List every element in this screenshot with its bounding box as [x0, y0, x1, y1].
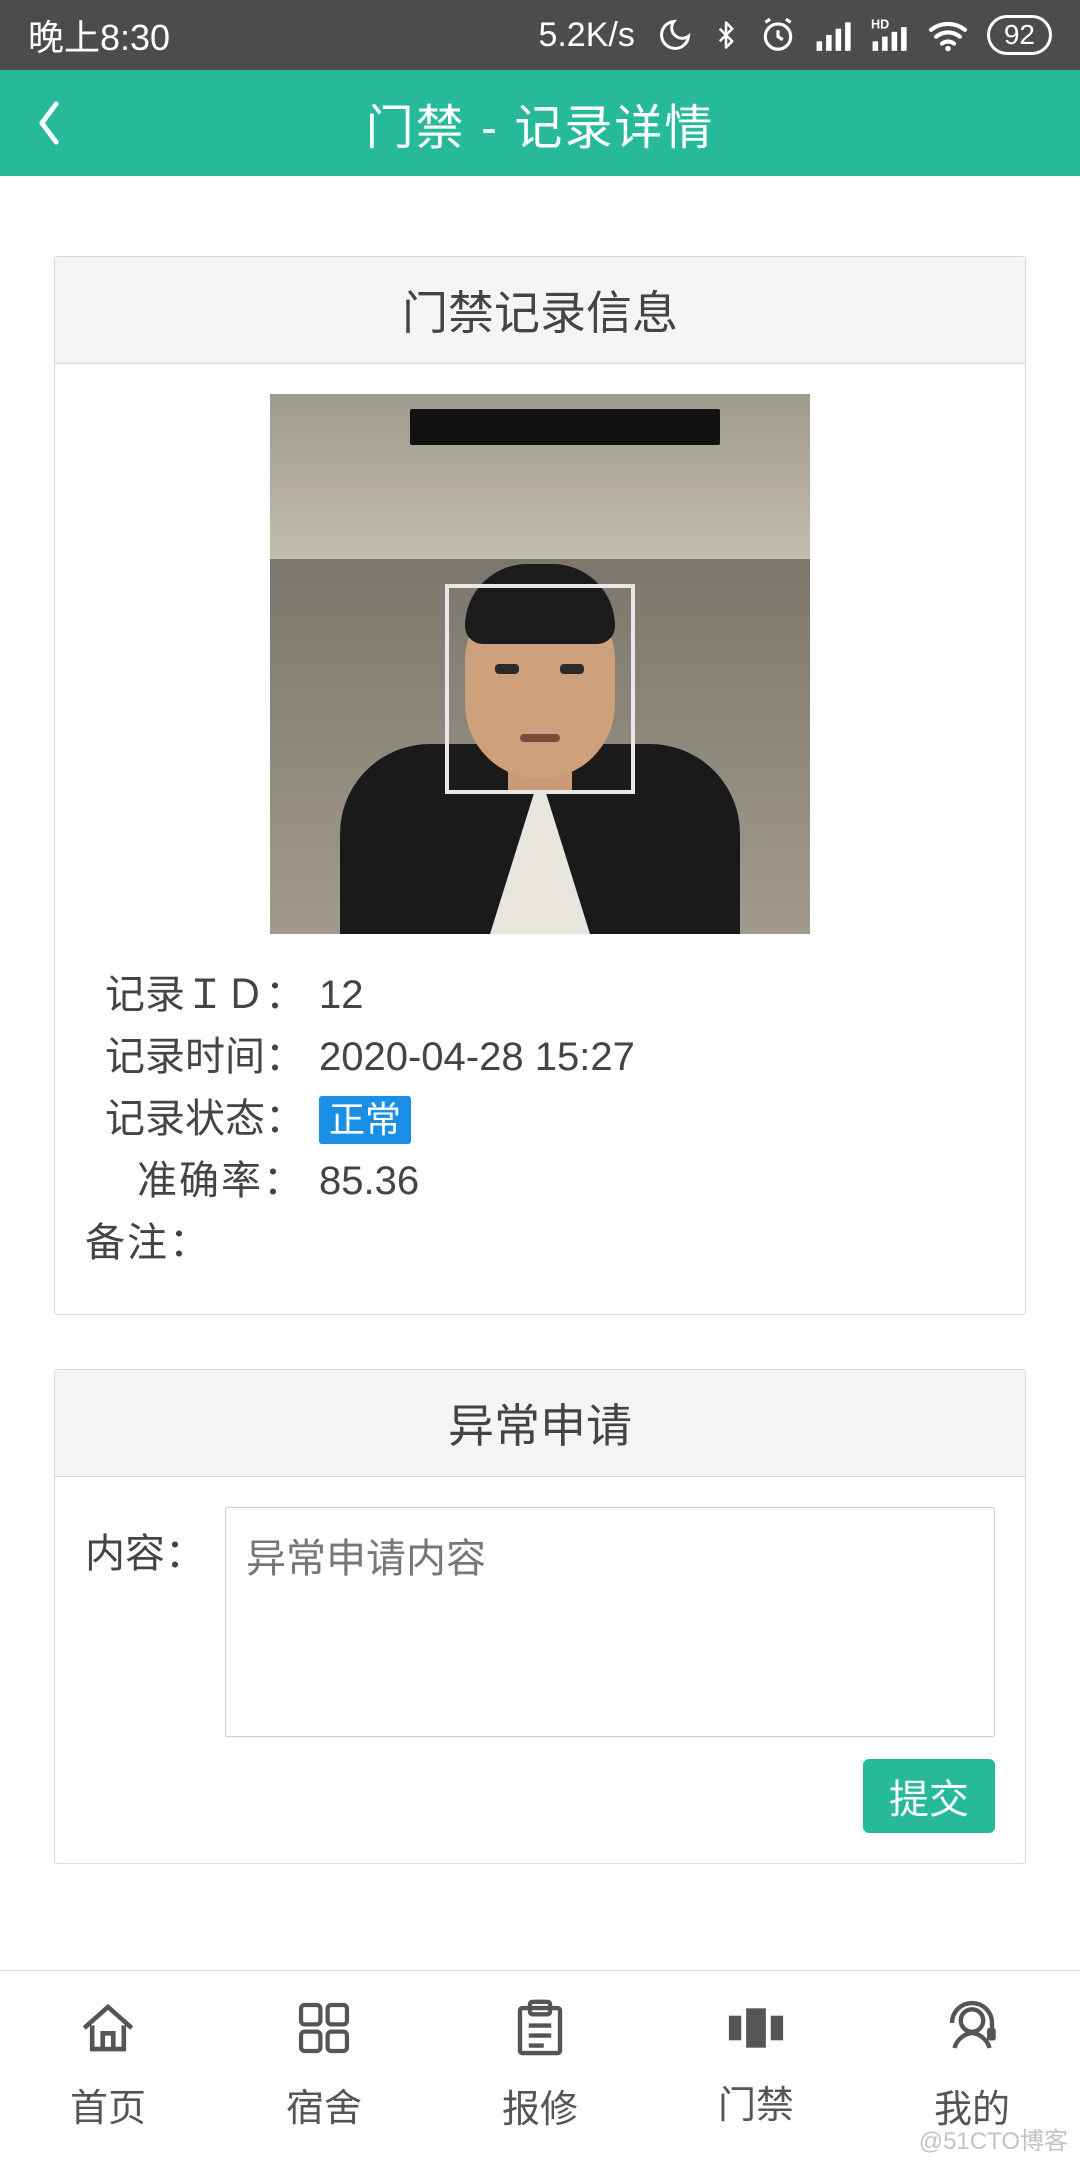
- back-button[interactable]: [34, 70, 64, 176]
- status-badge: 正常: [319, 1096, 411, 1144]
- record-note-label: 备注：: [85, 1212, 211, 1274]
- signal-hd-icon: HD: [871, 16, 909, 54]
- anomaly-request-panel: 异常申请 内容： 提交: [54, 1369, 1026, 1864]
- record-id-row: 记录ＩＤ： 12: [85, 964, 995, 1026]
- alarm-icon: [759, 16, 797, 54]
- net-speed: 5.2K/s: [538, 16, 634, 55]
- wifi-icon: [927, 18, 969, 52]
- record-time-value: 2020-04-28 15:27: [305, 1026, 635, 1088]
- record-info-panel: 门禁记录信息 记录ＩＤ： 12 记录时间： 2020-04-28 15:27: [54, 256, 1026, 1315]
- battery-indicator: 92: [987, 15, 1052, 55]
- record-accuracy-row: 准确率： 85.36: [85, 1150, 995, 1212]
- record-status-label: 记录状态：: [85, 1088, 305, 1150]
- svg-text:HD: HD: [871, 18, 889, 32]
- nav-dorm-label: 宿舍: [286, 2077, 362, 2132]
- nav-dorm[interactable]: 宿舍: [216, 1971, 432, 2160]
- nav-home-label: 首页: [70, 2077, 146, 2132]
- status-bar: 晚上8:30 5.2K/s HD 92: [0, 0, 1080, 70]
- app-header: 门禁 - 记录详情: [0, 70, 1080, 176]
- moon-icon: [657, 17, 693, 53]
- clipboard-icon: [511, 1998, 569, 2068]
- anomaly-content-input[interactable]: [225, 1507, 995, 1737]
- signal-icon: [815, 19, 853, 51]
- record-info-title: 门禁记录信息: [55, 257, 1025, 364]
- anomaly-content-label: 内容：: [85, 1507, 205, 1737]
- watermark: @51CTO博客: [919, 2121, 1068, 2156]
- record-accuracy-value: 85.36: [305, 1150, 419, 1212]
- bluetooth-icon: [711, 17, 741, 53]
- face-detection-box: [445, 584, 635, 794]
- home-icon: [76, 1999, 140, 2067]
- nav-gate-label: 门禁: [718, 2074, 794, 2129]
- record-accuracy-label: 准确率：: [85, 1150, 305, 1212]
- anomaly-request-title: 异常申请: [55, 1370, 1025, 1477]
- page-title: 门禁 - 记录详情: [0, 88, 1080, 158]
- record-note-value: [211, 1212, 225, 1274]
- submit-button[interactable]: 提交: [863, 1759, 995, 1833]
- record-note-row: 备注：: [85, 1212, 995, 1274]
- status-time: 晚上8:30: [28, 9, 170, 61]
- nav-gate[interactable]: 门禁: [648, 1971, 864, 2160]
- record-id-value: 12: [305, 964, 364, 1026]
- grid-icon: [294, 1999, 354, 2067]
- record-id-label: 记录ＩＤ：: [85, 964, 305, 1026]
- record-photo: [270, 394, 810, 934]
- record-time-label: 记录时间：: [85, 1026, 305, 1088]
- record-status-row: 记录状态： 正常: [85, 1088, 995, 1150]
- page-content: 门禁记录信息 记录ＩＤ： 12 记录时间： 2020-04-28 15:27: [0, 176, 1080, 1864]
- headset-icon: [942, 1998, 1002, 2068]
- nav-repair[interactable]: 报修: [432, 1971, 648, 2160]
- gate-icon: [724, 2002, 788, 2064]
- nav-repair-label: 报修: [502, 2078, 578, 2133]
- status-icons: 5.2K/s HD 92: [538, 15, 1052, 55]
- record-time-row: 记录时间： 2020-04-28 15:27: [85, 1026, 995, 1088]
- nav-home[interactable]: 首页: [0, 1971, 216, 2160]
